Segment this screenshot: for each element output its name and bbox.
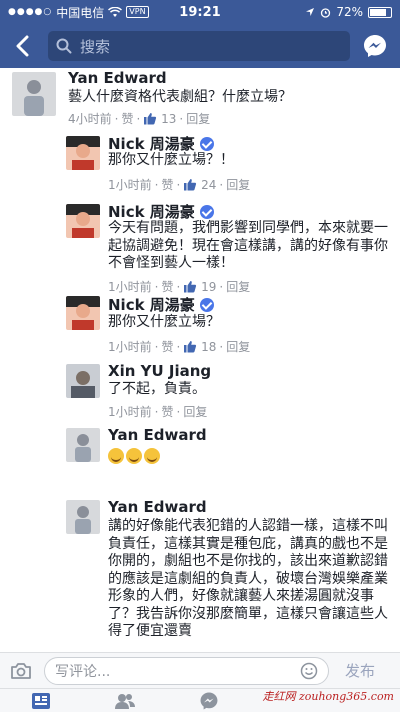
tab-messenger[interactable]	[198, 691, 220, 711]
comment-time: 1小时前	[108, 280, 152, 294]
status-bar: ●●●●○ 中国电信 VPN 19:21 72%	[0, 0, 400, 24]
avatar[interactable]	[66, 428, 100, 462]
avatar[interactable]	[66, 500, 100, 534]
messenger-button[interactable]	[362, 33, 388, 59]
like-link[interactable]: 赞	[161, 278, 173, 295]
like-count[interactable]: 19	[183, 280, 216, 294]
camera-icon	[11, 662, 31, 679]
comment-time: 1小时前	[108, 340, 152, 354]
like-link[interactable]: 赞	[161, 338, 173, 355]
comment-meta: 1小时前 · 赞 · 回复	[108, 403, 208, 420]
comment-composer: 写评论... 发布	[0, 652, 400, 688]
commenter-name[interactable]: Nick 周湯豪	[108, 294, 214, 315]
tab-friends[interactable]	[114, 691, 136, 711]
comment-text: 那你又什麼立場？	[108, 314, 220, 330]
commenter-name[interactable]: Nick 周湯豪	[108, 133, 214, 154]
rofl-emoji-icon	[108, 448, 124, 464]
watermark: 走红网 zouhong365.com	[262, 690, 394, 703]
tab-news-feed[interactable]	[30, 691, 52, 711]
like-link[interactable]: 赞	[161, 176, 173, 193]
commenter-name[interactable]: Nick 周湯豪	[108, 201, 214, 222]
battery-icon	[368, 6, 392, 18]
like-count[interactable]: 24	[183, 178, 216, 192]
search-icon	[56, 38, 72, 54]
thumbs-up-icon	[184, 179, 197, 191]
verified-badge-icon	[199, 297, 214, 312]
wifi-icon	[108, 6, 123, 17]
like-link[interactable]: 赞	[161, 403, 173, 420]
comment-text: 今天有問題，我們影響到同學們，本來就要一起協調避免！現在會這樣講，講的好像有事你…	[108, 220, 388, 271]
back-button[interactable]	[10, 31, 34, 61]
comment-time: 4小时前	[68, 112, 112, 126]
reply-link[interactable]: 回复	[183, 403, 207, 420]
comment-text: 講的好像能代表犯錯的人認錯一樣，這樣不叫負責任，這樣其實是種包庇，講真的戲也不是…	[108, 518, 388, 639]
comment-text: 了不起，負責。	[108, 381, 206, 397]
comment-time: 1小时前	[108, 405, 152, 419]
vpn-badge: VPN	[126, 6, 149, 18]
avatar[interactable]	[66, 136, 100, 170]
alarm-icon	[321, 7, 331, 18]
thumbs-up-icon	[144, 113, 157, 125]
friends-icon	[115, 693, 135, 709]
app-header: 搜索	[0, 24, 400, 68]
carrier-label: 中国电信	[56, 5, 105, 20]
avatar[interactable]	[12, 72, 56, 116]
avatar[interactable]	[66, 204, 100, 238]
clock: 19:21	[179, 4, 221, 20]
search-placeholder: 搜索	[80, 37, 111, 56]
rofl-emoji-icon	[126, 448, 142, 464]
avatar[interactable]	[66, 296, 100, 330]
news-feed-icon	[32, 692, 50, 709]
comment-feed[interactable]: Yan Edward 藝人什麼資格代表劇組？什麼立場？ 4小时前 · 赞 · 13 ·…	[0, 68, 400, 652]
comment-meta: 1小时前 · 赞 · 19 · 回复	[108, 278, 251, 295]
commenter-name[interactable]: Yan Edward	[68, 69, 167, 87]
reply-link[interactable]: 回复	[226, 176, 250, 193]
emoji-picker-icon[interactable]	[300, 662, 318, 680]
commenter-name[interactable]: Yan Edward	[108, 426, 207, 444]
reply-link[interactable]: 回复	[186, 110, 210, 127]
thumbs-up-icon	[184, 281, 197, 293]
comment-meta: 1小时前 · 赞 · 24 · 回复	[108, 176, 251, 193]
verified-badge-icon	[199, 136, 214, 151]
comment-time: 1小时前	[108, 178, 152, 192]
post-button[interactable]: 发布	[345, 660, 375, 681]
thumbs-up-icon	[184, 341, 197, 353]
like-count[interactable]: 13	[143, 112, 176, 126]
reply-link[interactable]: 回复	[226, 278, 250, 295]
chevron-left-icon	[16, 35, 29, 57]
signal-icon: ●●●●○	[8, 7, 53, 17]
comment-meta: 4小时前 · 赞 · 13 · 回复	[68, 110, 211, 127]
comment-text: 藝人什麼資格代表劇組？什麼立場？	[68, 89, 292, 105]
emoji-reaction	[108, 448, 388, 466]
battery-percent: 72%	[336, 5, 363, 19]
search-input[interactable]: 搜索	[48, 31, 350, 61]
camera-button[interactable]	[8, 658, 34, 684]
comment-placeholder: 写评论...	[55, 663, 111, 680]
messenger-icon	[364, 35, 386, 57]
rofl-emoji-icon	[144, 448, 160, 464]
like-link[interactable]: 赞	[121, 110, 133, 127]
verified-badge-icon	[199, 204, 214, 219]
commenter-name[interactable]: Xin YU Jiang	[108, 362, 211, 380]
comment-input[interactable]: 写评论...	[44, 656, 329, 685]
location-icon	[306, 8, 315, 16]
reply-link[interactable]: 回复	[226, 338, 250, 355]
comment-meta: 1小时前 · 赞 · 18 · 回复	[108, 338, 251, 355]
comment-text: 那你又什麼立場？！	[108, 152, 234, 168]
messenger-icon	[200, 692, 218, 709]
commenter-name[interactable]: Yan Edward	[108, 498, 207, 516]
avatar[interactable]	[66, 364, 100, 398]
like-count[interactable]: 18	[183, 340, 216, 354]
